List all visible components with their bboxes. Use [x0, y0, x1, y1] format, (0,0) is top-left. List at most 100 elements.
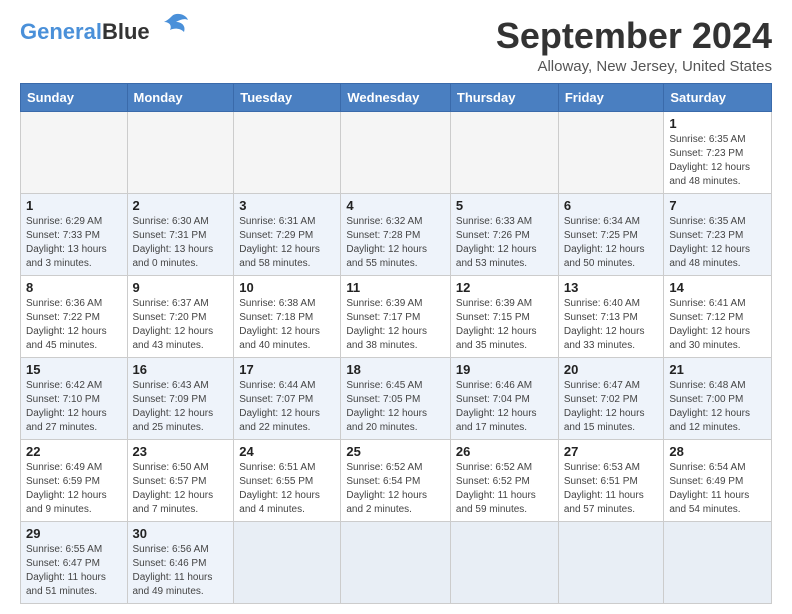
calendar-week-row: 8 Sunrise: 6:36 AMSunset: 7:22 PMDaylight… [21, 275, 772, 357]
table-row: 12 Sunrise: 6:39 AMSunset: 7:15 PMDayligh… [450, 275, 558, 357]
table-row: 16Sunrise: 6:43 AMSunset: 7:09 PMDayligh… [127, 357, 234, 439]
calendar-week-row: 1Sunrise: 6:29 AMSunset: 7:33 PMDaylight… [21, 193, 772, 275]
day-number: 12 [456, 280, 553, 295]
day-number: 13 [564, 280, 659, 295]
day-number: 27 [564, 444, 659, 459]
table-row: 5 Sunrise: 6:33 AMSunset: 7:26 PMDaylight… [450, 193, 558, 275]
table-row: 9Sunrise: 6:37 AMSunset: 7:20 PMDaylight… [127, 275, 234, 357]
day-number: 11 [346, 280, 445, 295]
page-container: GeneralBlue September 2024 Alloway, New … [0, 0, 792, 614]
table-row: 27 Sunrise: 6:53 AMSunset: 6:51 PMDayligh… [558, 439, 664, 521]
day-number: 22 [26, 444, 122, 459]
table-row: 7Sunrise: 6:35 AMSunset: 7:23 PMDaylight… [664, 193, 772, 275]
day-number: 23 [133, 444, 229, 459]
table-row: 10Sunrise: 6:38 AMSunset: 7:18 PMDayligh… [234, 275, 341, 357]
table-row [341, 521, 451, 603]
title-area: September 2024 Alloway, New Jersey, Unit… [496, 16, 772, 75]
day-info: Sunrise: 6:47 AMSunset: 7:02 PMDaylight:… [564, 379, 659, 435]
day-info: Sunrise: 6:44 AMSunset: 7:07 PMDaylight:… [239, 379, 335, 435]
logo-text1: General [20, 19, 102, 44]
table-row: 6Sunrise: 6:34 AMSunset: 7:25 PMDaylight… [558, 193, 664, 275]
day-info: Sunrise: 6:56 AMSunset: 6:46 PMDaylight:… [133, 543, 229, 599]
table-row: 17 Sunrise: 6:44 AMSunset: 7:07 PMDayligh… [234, 357, 341, 439]
day-number: 26 [456, 444, 553, 459]
calendar-week-row: 15Sunrise: 6:42 AMSunset: 7:10 PMDayligh… [21, 357, 772, 439]
day-info: Sunrise: 6:51 AMSunset: 6:55 PMDaylight:… [239, 461, 335, 517]
day-number: 10 [239, 280, 335, 295]
table-row: 24 Sunrise: 6:51 AMSunset: 6:55 PMDayligh… [234, 439, 341, 521]
table-row [341, 111, 451, 193]
day-number: 14 [669, 280, 766, 295]
table-row: 26 Sunrise: 6:52 AMSunset: 6:52 PMDayligh… [450, 439, 558, 521]
calendar-table: Sunday Monday Tuesday Wednesday Thursday… [20, 83, 772, 604]
day-number: 5 [456, 198, 553, 213]
day-info: Sunrise: 6:33 AMSunset: 7:26 PMDaylight:… [456, 215, 553, 271]
table-row: 21 Sunrise: 6:48 AMSunset: 7:00 PMDayligh… [664, 357, 772, 439]
day-info: Sunrise: 6:34 AMSunset: 7:25 PMDaylight:… [564, 215, 659, 271]
day-info: Sunrise: 6:36 AMSunset: 7:22 PMDaylight:… [26, 297, 122, 353]
day-number: 19 [456, 362, 553, 377]
day-info: Sunrise: 6:55 AMSunset: 6:47 PMDaylight:… [26, 543, 122, 599]
table-row: 13 Sunrise: 6:40 AMSunset: 7:13 PMDayligh… [558, 275, 664, 357]
day-number: 18 [346, 362, 445, 377]
day-info: Sunrise: 6:52 AMSunset: 6:54 PMDaylight:… [346, 461, 445, 517]
day-number: 8 [26, 280, 122, 295]
day-number: 20 [564, 362, 659, 377]
table-row [450, 111, 558, 193]
day-number: 1 [669, 116, 766, 131]
day-info: Sunrise: 6:32 AMSunset: 7:28 PMDaylight:… [346, 215, 445, 271]
table-row: 2Sunrise: 6:30 AMSunset: 7:31 PMDaylight… [127, 193, 234, 275]
day-number: 24 [239, 444, 335, 459]
day-number: 3 [239, 198, 335, 213]
calendar-week-row: 1 Sunrise: 6:35 AMSunset: 7:23 PMDaylight… [21, 111, 772, 193]
day-info: Sunrise: 6:39 AMSunset: 7:17 PMDaylight:… [346, 297, 445, 353]
calendar-header-row: Sunday Monday Tuesday Wednesday Thursday… [21, 83, 772, 111]
table-row: 11 Sunrise: 6:39 AMSunset: 7:17 PMDayligh… [341, 275, 451, 357]
calendar-week-row: 22 Sunrise: 6:49 AMSunset: 6:59 PMDayligh… [21, 439, 772, 521]
header-sunday: Sunday [21, 83, 128, 111]
table-row: 20 Sunrise: 6:47 AMSunset: 7:02 PMDayligh… [558, 357, 664, 439]
table-row [558, 111, 664, 193]
table-row [234, 111, 341, 193]
day-number: 29 [26, 526, 122, 541]
table-row: 4Sunrise: 6:32 AMSunset: 7:28 PMDaylight… [341, 193, 451, 275]
table-row: 25Sunrise: 6:52 AMSunset: 6:54 PMDayligh… [341, 439, 451, 521]
header-monday: Monday [127, 83, 234, 111]
day-info: Sunrise: 6:49 AMSunset: 6:59 PMDaylight:… [26, 461, 122, 517]
header-saturday: Saturday [664, 83, 772, 111]
day-info: Sunrise: 6:40 AMSunset: 7:13 PMDaylight:… [564, 297, 659, 353]
header-tuesday: Tuesday [234, 83, 341, 111]
day-info: Sunrise: 6:41 AMSunset: 7:12 PMDaylight:… [669, 297, 766, 353]
table-row: 8 Sunrise: 6:36 AMSunset: 7:22 PMDaylight… [21, 275, 128, 357]
day-number: 16 [133, 362, 229, 377]
day-number: 21 [669, 362, 766, 377]
day-info: Sunrise: 6:50 AMSunset: 6:57 PMDaylight:… [133, 461, 229, 517]
table-row: 28 Sunrise: 6:54 AMSunset: 6:49 PMDayligh… [664, 439, 772, 521]
table-row: 1Sunrise: 6:29 AMSunset: 7:33 PMDaylight… [21, 193, 128, 275]
table-row: 30 Sunrise: 6:56 AMSunset: 6:46 PMDayligh… [127, 521, 234, 603]
day-info: Sunrise: 6:52 AMSunset: 6:52 PMDaylight:… [456, 461, 553, 517]
table-row: 23 Sunrise: 6:50 AMSunset: 6:57 PMDayligh… [127, 439, 234, 521]
day-info: Sunrise: 6:45 AMSunset: 7:05 PMDaylight:… [346, 379, 445, 435]
day-number: 28 [669, 444, 766, 459]
day-info: Sunrise: 6:46 AMSunset: 7:04 PMDaylight:… [456, 379, 553, 435]
logo-bird-icon [154, 12, 190, 47]
day-info: Sunrise: 6:48 AMSunset: 7:00 PMDaylight:… [669, 379, 766, 435]
table-row [21, 111, 128, 193]
day-info: Sunrise: 6:42 AMSunset: 7:10 PMDaylight:… [26, 379, 122, 435]
day-info: Sunrise: 6:39 AMSunset: 7:15 PMDaylight:… [456, 297, 553, 353]
day-info: Sunrise: 6:35 AMSunset: 7:23 PMDaylight:… [669, 133, 766, 189]
table-row: 19 Sunrise: 6:46 AMSunset: 7:04 PMDayligh… [450, 357, 558, 439]
day-info: Sunrise: 6:53 AMSunset: 6:51 PMDaylight:… [564, 461, 659, 517]
day-info: Sunrise: 6:54 AMSunset: 6:49 PMDaylight:… [669, 461, 766, 517]
day-number: 17 [239, 362, 335, 377]
logo: GeneralBlue [20, 16, 190, 47]
day-number: 1 [26, 198, 122, 213]
table-row [234, 521, 341, 603]
table-row: 22 Sunrise: 6:49 AMSunset: 6:59 PMDayligh… [21, 439, 128, 521]
table-row: 29 Sunrise: 6:55 AMSunset: 6:47 PMDayligh… [21, 521, 128, 603]
day-number: 30 [133, 526, 229, 541]
day-info: Sunrise: 6:37 AMSunset: 7:20 PMDaylight:… [133, 297, 229, 353]
calendar-week-row: 29 Sunrise: 6:55 AMSunset: 6:47 PMDayligh… [21, 521, 772, 603]
table-row: 18 Sunrise: 6:45 AMSunset: 7:05 PMDayligh… [341, 357, 451, 439]
